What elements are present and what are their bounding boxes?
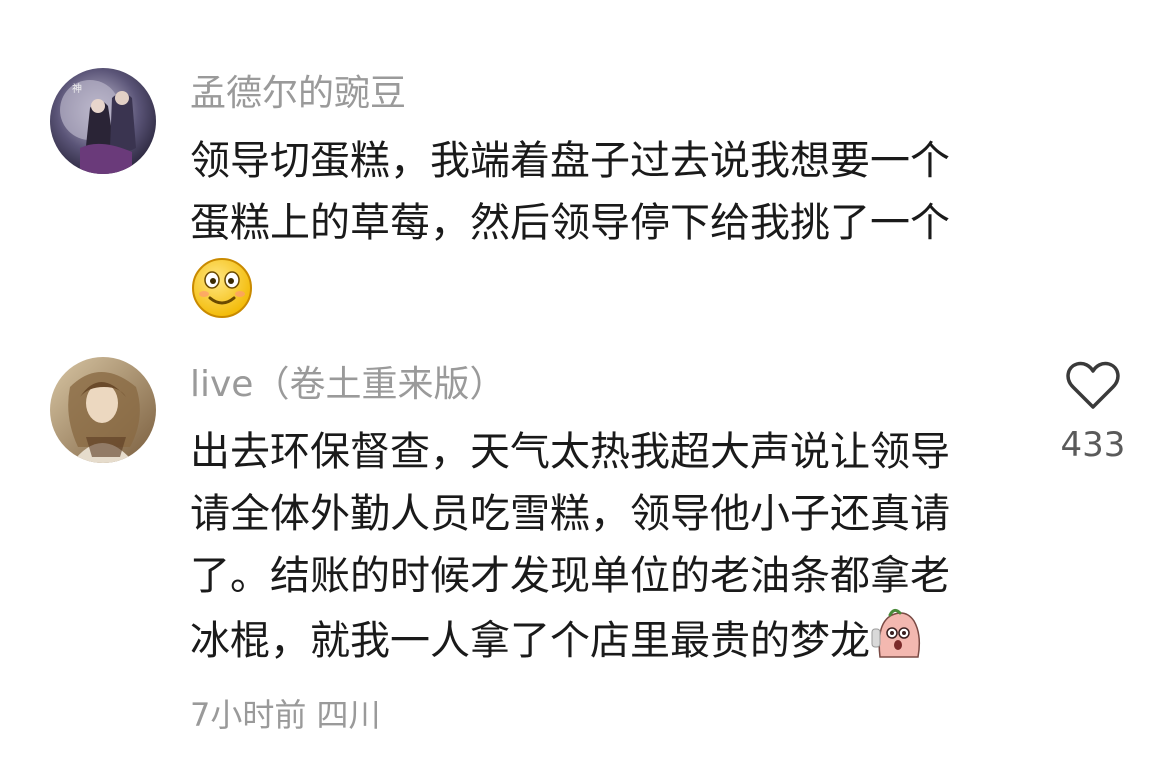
like-count: 433 bbox=[1060, 425, 1126, 465]
svg-text:神: 神 bbox=[72, 82, 82, 95]
comment-text-line: 请全体外勤人员吃雪糕，领导他小子还真请 bbox=[190, 491, 950, 537]
avatar[interactable] bbox=[50, 357, 156, 463]
smiling-face-icon bbox=[190, 256, 254, 320]
avatar[interactable]: 神 bbox=[50, 68, 156, 174]
timestamp: 7小时前 bbox=[190, 696, 307, 734]
comment-text-line: 领导切蛋糕，我端着盘子过去说我想要一个 bbox=[190, 138, 950, 184]
username[interactable]: 孟德尔的豌豆 bbox=[190, 70, 406, 118]
comment-text: 领导切蛋糕，我端着盘子过去说我想要一个 蛋糕上的草莓，然后领导停下给我挑了一个 bbox=[190, 130, 1110, 254]
heart-outline-icon[interactable] bbox=[1065, 359, 1121, 411]
comment-meta: 7小时前 四川 bbox=[190, 693, 381, 737]
comment-text-line: 蛋糕上的草莓，然后领导停下给我挑了一个 bbox=[190, 200, 950, 246]
comment-text-line: 冰棍，就我一人拿了个店里最贵的梦龙 bbox=[190, 607, 1020, 679]
comment-text-line: 出去环保督查，天气太热我超大声说让领导 bbox=[190, 429, 950, 475]
comment-text: 出去环保督查，天气太热我超大声说让领导 请全体外勤人员吃雪糕，领导他小子还真请 … bbox=[190, 421, 1020, 679]
comment-text-fragment: 冰棍，就我一人拿了个店里最贵的梦龙 bbox=[190, 618, 870, 664]
username[interactable]: live（卷土重来版） bbox=[190, 361, 505, 409]
like-area: 433 bbox=[1048, 355, 1138, 465]
shocked-bean-sticker-icon bbox=[870, 607, 924, 679]
comment-text-line: 了。结账的时候才发现单位的老油条都拿老 bbox=[190, 553, 950, 599]
location: 四川 bbox=[316, 696, 381, 734]
